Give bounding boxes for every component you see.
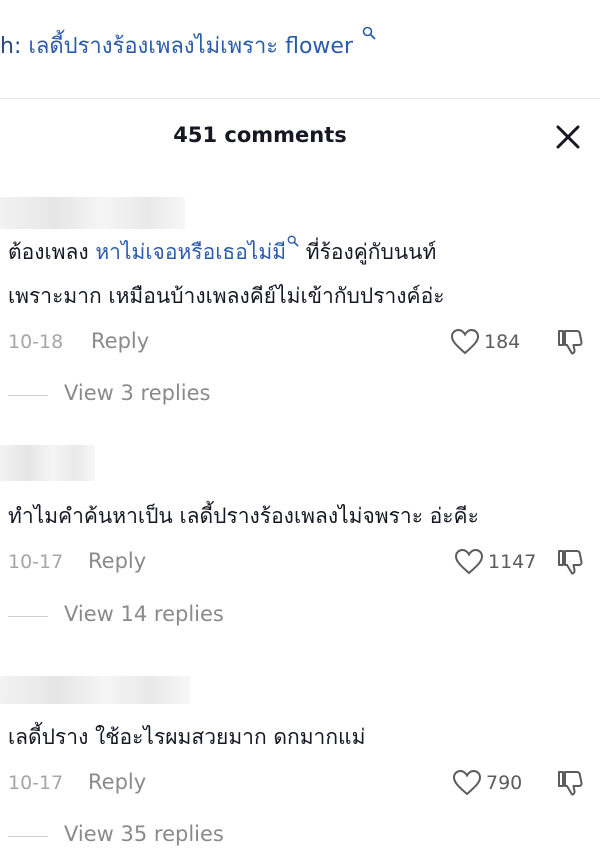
reply-button[interactable]: Reply <box>91 329 149 353</box>
comment-text: ต้องเพลง หาไม่เจอหรือเธอไม่มี ที่ร้องคู่… <box>8 233 436 271</box>
avatar-username-blurred[interactable] <box>0 445 95 481</box>
comment-text-part: ที่ร้องคู่กับนนท์ <box>299 240 437 264</box>
view-replies-label: View 35 replies <box>64 822 224 846</box>
reply-button[interactable]: Reply <box>88 549 146 573</box>
view-replies-label: View 14 replies <box>64 602 224 626</box>
view-replies-line <box>8 616 48 617</box>
avatar-username-blurred[interactable] <box>0 197 185 229</box>
view-replies-line <box>8 836 48 837</box>
reply-button[interactable]: Reply <box>88 770 146 794</box>
comment-text: เลดี้ปราง ใช้อะไรผมสวยมาก ดกมากแม่ <box>8 725 366 749</box>
heart-icon <box>450 328 480 355</box>
search-suggestion-bar[interactable]: h: เลดี้ปรางร้องเพลงไม่เพราะ flower <box>0 0 600 98</box>
close-icon[interactable] <box>552 121 584 153</box>
comment-date: 10-17 <box>8 551 64 573</box>
search-suggestion[interactable]: h: เลดี้ปรางร้องเพลงไม่เพราะ flower <box>0 26 376 63</box>
comment-item: เลดี้ปราง ใช้อะไรผมสวยมาก ดกมากแม่ 10-17… <box>0 676 600 851</box>
comment-item: ทำไมคำค้นหาเป็น เลดี้ปรางร้องเพลงไม่จพรา… <box>0 445 600 635</box>
comments-header: 451 comments <box>0 99 600 173</box>
comment-count: 451 comments <box>173 123 347 147</box>
comment-text-part: ต้องเพลง <box>8 240 96 264</box>
search-query[interactable]: เลดี้ปรางร้องเพลงไม่เพราะ flower <box>28 34 353 59</box>
view-replies-label: View 3 replies <box>64 381 211 405</box>
search-icon <box>287 235 299 247</box>
heart-icon <box>452 769 482 796</box>
dislike-icon[interactable] <box>556 547 586 577</box>
comment-meta: 10-17 Reply 1147 <box>8 547 598 577</box>
dislike-icon[interactable] <box>556 768 586 798</box>
avatar-username-blurred[interactable] <box>0 676 190 704</box>
view-replies-line <box>8 395 48 396</box>
like-count: 790 <box>486 772 523 794</box>
like-count: 1147 <box>488 551 537 573</box>
search-link[interactable]: หาไม่เจอหรือเธอไม่มี <box>95 240 286 264</box>
comment-date: 10-18 <box>8 331 64 353</box>
heart-icon <box>454 548 484 575</box>
search-icon <box>362 26 376 40</box>
search-prefix: h: <box>0 34 22 59</box>
comment-meta: 10-17 Reply 790 <box>8 768 598 798</box>
comment-date: 10-17 <box>8 772 64 794</box>
comment-text: ทำไมคำค้นหาเป็น เลดี้ปรางร้องเพลงไม่จพรา… <box>8 504 479 528</box>
like-count: 184 <box>484 331 521 353</box>
dislike-icon[interactable] <box>556 327 586 357</box>
comment-meta: 10-18 Reply 184 <box>8 327 598 357</box>
comment-item: ต้องเพลง หาไม่เจอหรือเธอไม่มี ที่ร้องคู่… <box>0 197 600 412</box>
comment-text-line2: เพราะมาก เหมือนบ้างเพลงคีย์ไม่เข้ากับปรา… <box>8 284 445 308</box>
